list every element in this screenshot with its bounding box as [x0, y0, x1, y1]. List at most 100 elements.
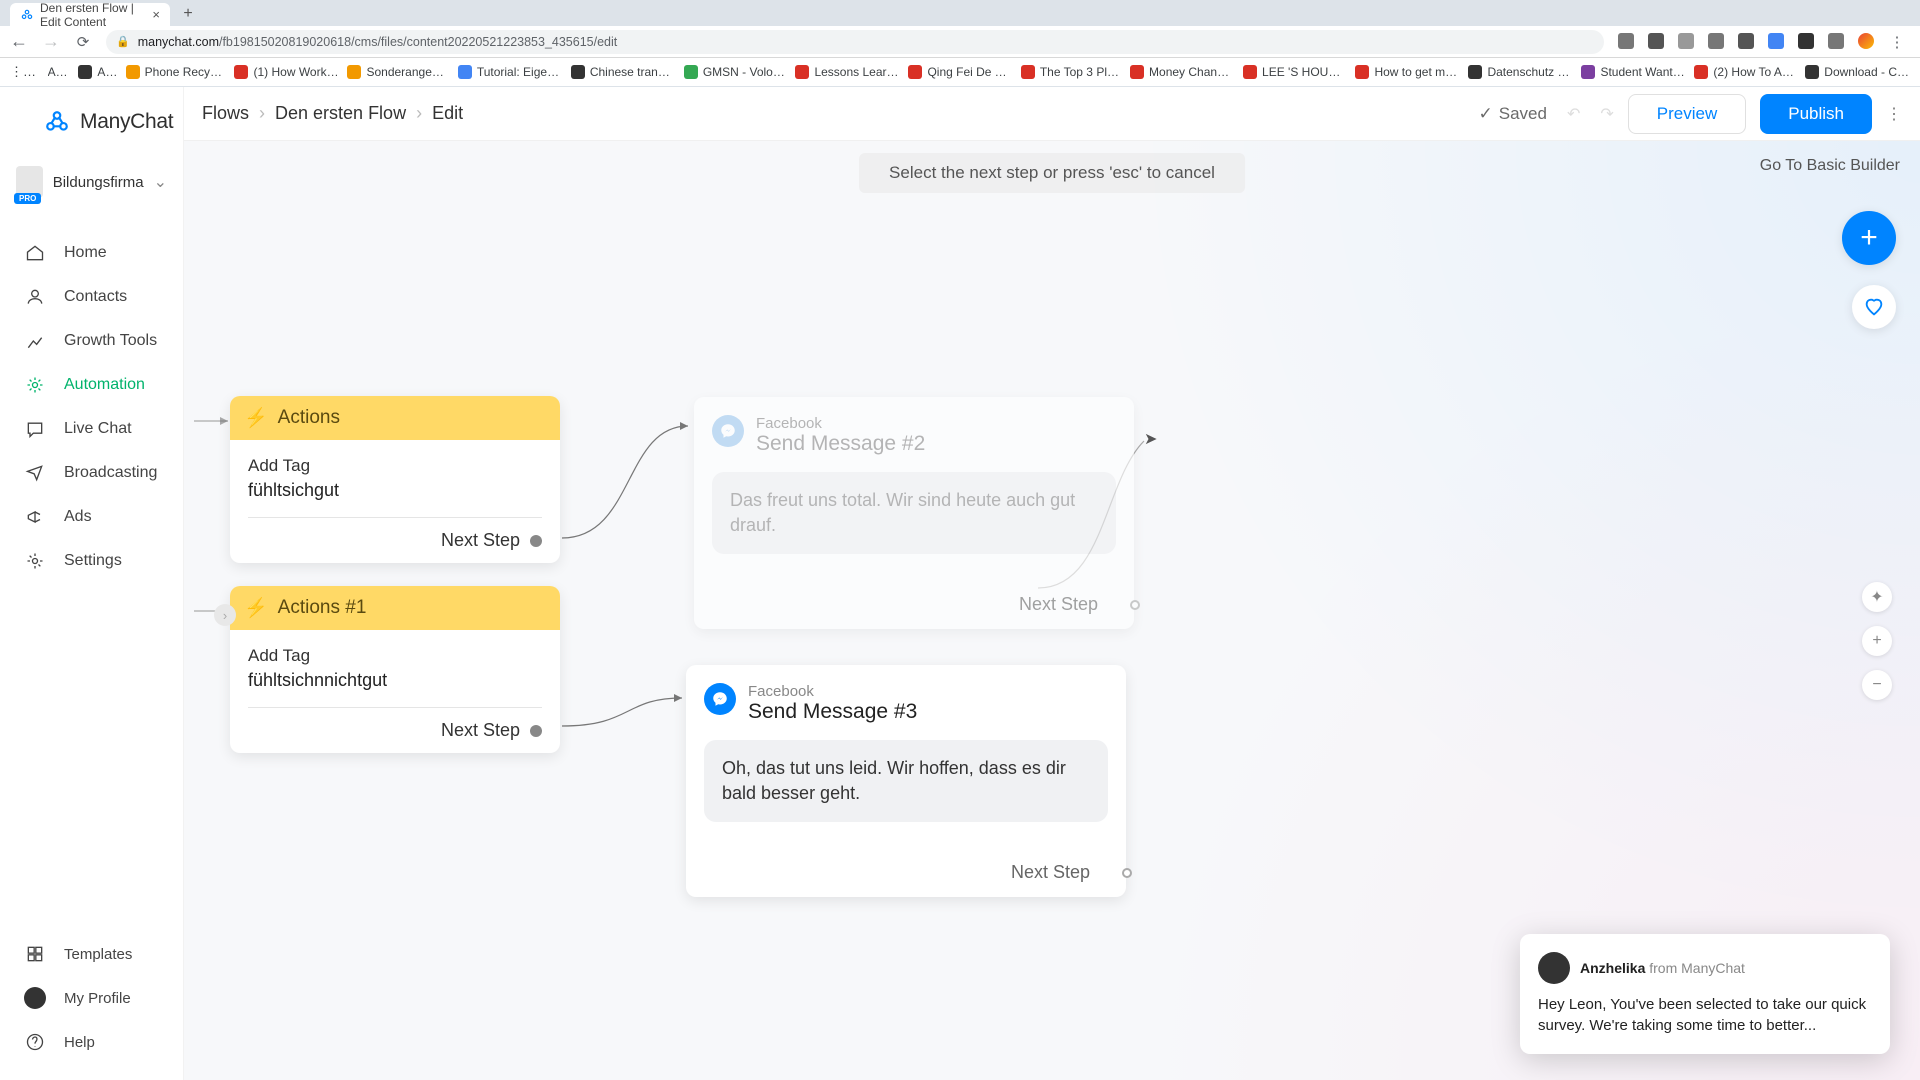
sidebar-item-contacts[interactable]: Contacts [0, 275, 183, 319]
bookmark-apps[interactable]: ⋮⋮⋮Apps [10, 64, 70, 80]
close-icon[interactable]: × [152, 7, 160, 22]
tab-title: Den ersten Flow | Edit Content [40, 1, 152, 29]
redo-icon[interactable]: ↷ [1600, 104, 1613, 124]
sidebar-item-growth[interactable]: Growth Tools [0, 319, 183, 363]
browser-tab[interactable]: Den ersten Flow | Edit Content × [10, 3, 170, 26]
next-step-port[interactable]: Next Step [686, 862, 1126, 883]
help-icon [24, 1032, 46, 1052]
toolbar-icon[interactable] [1618, 33, 1634, 49]
undo-icon[interactable]: ↶ [1567, 104, 1580, 124]
back-icon[interactable]: ← [10, 31, 28, 52]
sidebar-item-automation[interactable]: Automation [0, 363, 183, 407]
menu-icon[interactable]: ⋮ [1888, 33, 1906, 51]
next-step-port[interactable]: Next Step [248, 530, 542, 551]
favicon [126, 65, 140, 79]
bookmark-item[interactable]: Student Wants an... [1581, 65, 1686, 79]
favicon [1581, 65, 1595, 79]
favicon [571, 65, 585, 79]
favorite-fab[interactable] [1852, 285, 1896, 329]
zoom-out-button[interactable]: − [1862, 670, 1892, 700]
bookmark-item[interactable]: Lessons Learned f... [795, 65, 900, 79]
bookmark-item[interactable]: Tutorial: Eigene Fa... [458, 65, 563, 79]
sidebar-item-settings[interactable]: Settings [0, 539, 183, 583]
node-actions-1[interactable]: › ⚡ Actions #1 Add Tag fühltsichnnichtgu… [230, 586, 560, 753]
address-row: ← → ⟳ 🔒 manychat.com /fb1981502081902061… [0, 26, 1920, 58]
bookmark-item[interactable]: Sonderangebot! |... [347, 65, 449, 79]
toolbar-icon[interactable] [1768, 33, 1784, 49]
wand-icon[interactable]: ✦ [1862, 582, 1892, 612]
sidebar-item-templates[interactable]: Templates [0, 932, 183, 976]
intercom-popup[interactable]: Anzhelika from ManyChat Hey Leon, You've… [1520, 934, 1890, 1054]
more-icon[interactable]: ⋮ [1886, 104, 1902, 124]
flow-canvas[interactable]: Select the next step or press 'esc' to c… [184, 141, 1920, 1080]
toolbar-icon[interactable] [1648, 33, 1664, 49]
zoom-in-button[interactable]: + [1862, 626, 1892, 656]
node-actions[interactable]: ⚡ Actions Add Tag fühltsichgut Next Step [230, 396, 560, 563]
saved-indicator: ✓ Saved [1479, 104, 1547, 124]
url-path: /fb19815020819020618/cms/files/content20… [219, 35, 617, 49]
msg-title: Send Message #2 [756, 432, 925, 456]
crumb-flowname[interactable]: Den ersten Flow [275, 103, 406, 124]
favicon [347, 65, 361, 79]
address-bar[interactable]: 🔒 manychat.com /fb19815020819020618/cms/… [106, 30, 1604, 54]
add-node-fab[interactable]: + [1842, 211, 1896, 265]
sidebar-item-broadcast[interactable]: Broadcasting [0, 451, 183, 495]
bookmark-item[interactable]: The Top 3 Platfor... [1021, 65, 1122, 79]
breadcrumb: Flows › Den ersten Flow › Edit [202, 103, 463, 124]
node-header: ⚡ Actions [230, 396, 560, 440]
bookmark-item[interactable]: Money Changes E... [1130, 65, 1235, 79]
preview-button[interactable]: Preview [1628, 94, 1746, 134]
topbar: Flows › Den ersten Flow › Edit ✓ Saved ↶… [184, 87, 1920, 141]
bookmark-item[interactable]: Datenschutz – Re... [1468, 65, 1573, 79]
sidebar-item-ads[interactable]: Ads [0, 495, 183, 539]
bookmark-item[interactable]: How to get more v... [1355, 65, 1460, 79]
bookmark-item[interactable]: Chinese translatio... [571, 65, 676, 79]
profile-avatar[interactable] [1858, 33, 1874, 49]
msg-platform: Facebook [748, 683, 917, 700]
in-port[interactable]: › [214, 604, 236, 626]
workspace-switcher[interactable]: PRO Bildungsfirma ⌄ [0, 157, 183, 207]
publish-button[interactable]: Publish [1760, 94, 1872, 134]
app-root: ManyChat PRO Bildungsfirma ⌄ Home Contac… [0, 87, 1920, 1080]
home-icon [24, 243, 46, 263]
next-step-port[interactable]: Next Step [248, 720, 542, 741]
bookmark-item[interactable]: Apps [78, 65, 117, 79]
sidebar-item-help[interactable]: Help [0, 1020, 183, 1064]
crumb-flows[interactable]: Flows [202, 103, 249, 124]
logo[interactable]: ManyChat [0, 87, 183, 157]
toolbar-icon[interactable] [1828, 33, 1844, 49]
sidebar-item-profile[interactable]: My Profile [0, 976, 183, 1020]
basic-builder-link[interactable]: Go To Basic Builder [1760, 157, 1900, 175]
node-send-message-2[interactable]: Facebook Send Message #2 Das freut uns t… [694, 397, 1134, 629]
bookmark-item[interactable]: Qing Fei De Yi - Y... [908, 65, 1012, 79]
nav-label: Live Chat [64, 420, 132, 438]
toolbar-icon[interactable] [1678, 33, 1694, 49]
bookmark-item[interactable]: (1) How Working A... [234, 65, 339, 79]
favicon [1355, 65, 1369, 79]
extensions-icon[interactable] [1798, 33, 1814, 49]
favicon [78, 65, 92, 79]
nav-label: Growth Tools [64, 332, 157, 350]
node-title: Actions [278, 407, 340, 429]
new-tab-button[interactable]: + [178, 4, 198, 24]
nav-label: Help [64, 1034, 95, 1051]
forward-icon[interactable]: → [42, 31, 60, 52]
bookmark-item[interactable]: (2) How To Add A... [1694, 65, 1797, 79]
cursor-arrow-icon: ➤ [1144, 429, 1157, 449]
favicon [795, 65, 809, 79]
hint-banner: Select the next step or press 'esc' to c… [859, 153, 1245, 193]
bookmark-item[interactable]: Download - Cooki... [1805, 65, 1910, 79]
bookmark-item[interactable]: Phone Recycling... [126, 65, 227, 79]
sidebar-item-livechat[interactable]: Live Chat [0, 407, 183, 451]
toolbar-icon[interactable] [1708, 33, 1724, 49]
node-title: Actions #1 [278, 597, 367, 619]
sidebar-item-home[interactable]: Home [0, 231, 183, 275]
reload-icon[interactable]: ⟳ [74, 33, 92, 51]
next-step-port[interactable]: Next Step [694, 594, 1134, 615]
bookmark-item[interactable]: GMSN - Vologda,... [684, 65, 788, 79]
toolbar-icon[interactable] [1738, 33, 1754, 49]
node-send-message-3[interactable]: Facebook Send Message #3 Oh, das tut uns… [686, 665, 1126, 897]
browser-chrome: Den ersten Flow | Edit Content × + ← → ⟳… [0, 0, 1920, 87]
bookmark-item[interactable]: LEE 'S HOUSE—... [1243, 65, 1347, 79]
action-op: Add Tag [248, 456, 542, 476]
